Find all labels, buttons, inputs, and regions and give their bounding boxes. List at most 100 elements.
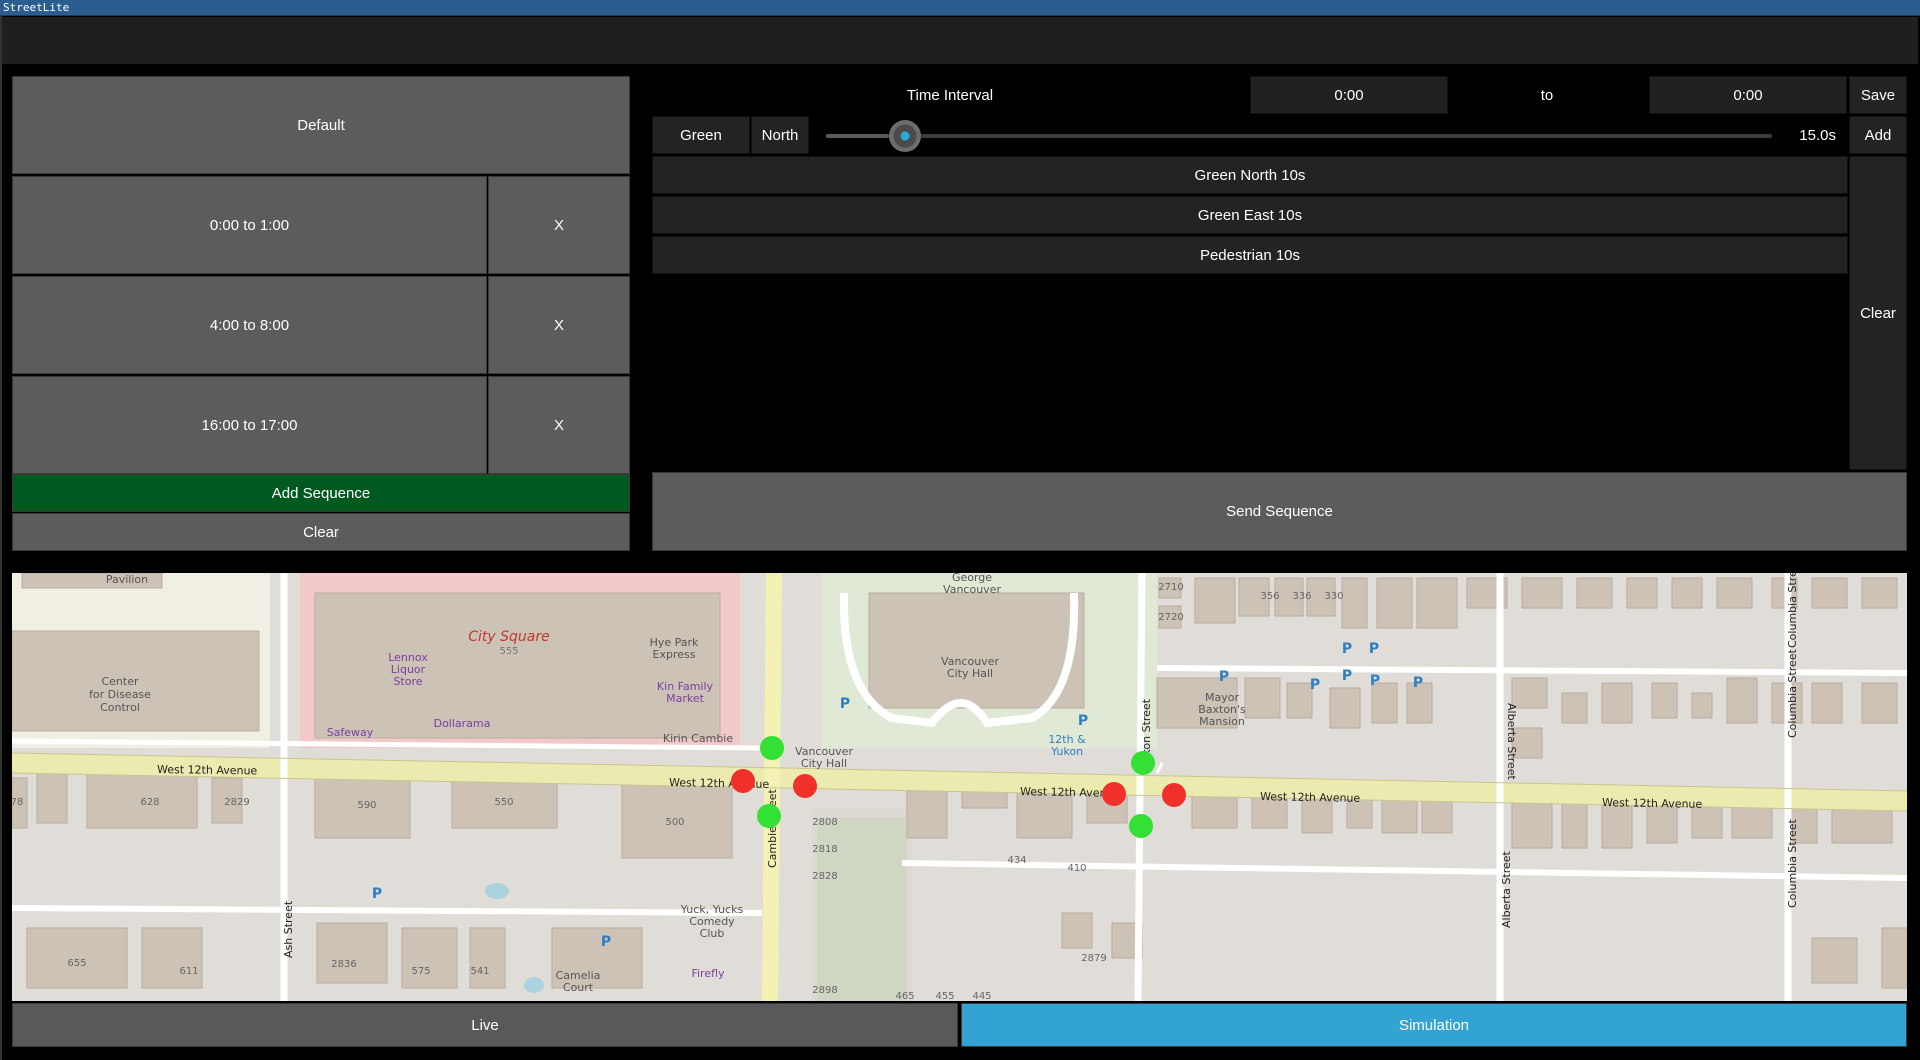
parking-icon: P <box>840 696 850 712</box>
map-number: 330 <box>1324 591 1343 602</box>
map-label-dollarama: Dollarama <box>434 717 491 730</box>
duration-value: 15.0s <box>1799 126 1836 144</box>
map-number: 590 <box>357 800 376 811</box>
map-number: 2898 <box>812 985 837 996</box>
window-titlebar: StreetLite <box>0 0 1920 16</box>
map-number: 575 <box>411 966 430 977</box>
save-button[interactable]: Save <box>1849 76 1907 114</box>
clear-sequences-button[interactable]: Clear <box>12 513 630 551</box>
map-label-kin-family-2: Market <box>666 692 704 705</box>
map-number: 336 <box>1292 591 1311 602</box>
map-label-city-square: City Square <box>468 629 549 645</box>
map-number: 465 <box>895 991 914 1001</box>
map-number: 2710 <box>1158 582 1183 593</box>
map-label-cdc-1: Center <box>101 675 139 688</box>
signal-cambie-east-red[interactable] <box>793 774 817 798</box>
send-sequence-button[interactable]: Send Sequence <box>652 472 1907 551</box>
signal-cambie-west-red[interactable] <box>731 769 755 793</box>
map-label-kirin: Kirin Cambie <box>663 732 733 745</box>
map-number: 2720 <box>1158 612 1183 623</box>
parking-icon: P <box>1342 668 1352 684</box>
map-number: 541 <box>470 966 489 977</box>
remove-sequence-2-button[interactable]: X <box>488 376 630 474</box>
default-sequence-button[interactable]: Default <box>12 76 630 174</box>
signal-yukon-west-red[interactable] <box>1102 782 1126 806</box>
parking-icon: P <box>1310 677 1320 693</box>
duration-slider[interactable] <box>826 120 1772 152</box>
signal-yukon-north-green[interactable] <box>1131 751 1155 775</box>
map-label-12th-yukon-2: Yukon <box>1050 745 1083 758</box>
sequence-item-0[interactable]: 0:00 to 1:00 <box>12 176 487 274</box>
phase-color-selector[interactable]: Green <box>652 116 750 154</box>
map-number: 550 <box>494 797 513 808</box>
map-street-columbia-b: Columbia Street <box>1786 648 1799 738</box>
map-label-cdc-3: Control <box>100 701 140 714</box>
remove-sequence-1-button[interactable]: X <box>488 276 630 374</box>
end-time-field[interactable]: 0:00 <box>1649 76 1847 114</box>
parking-icon: P <box>601 934 611 950</box>
map-street-columbia-c: Columbia Street <box>1786 818 1799 908</box>
map-number: 2836 <box>331 959 356 970</box>
sequence-item-2[interactable]: 16:00 to 17:00 <box>12 376 487 474</box>
intersection-map[interactable]: Pavilion Center for Disease Control City… <box>12 573 1907 1001</box>
remove-sequence-0-button[interactable]: X <box>488 176 630 274</box>
simulation-mode-button[interactable]: Simulation <box>961 1003 1907 1047</box>
to-label: to <box>1540 86 1554 104</box>
map-number: 611 <box>179 966 198 977</box>
map-street-alberta-a: Alberta Street <box>1505 703 1518 781</box>
step-item[interactable]: Pedestrian 10s <box>652 236 1848 274</box>
map-number: 500 <box>665 817 684 828</box>
map-number: 445 <box>972 991 991 1001</box>
map-number: 78 <box>12 797 23 808</box>
start-time-field[interactable]: 0:00 <box>1250 76 1448 114</box>
step-item[interactable]: Green East 10s <box>652 196 1848 234</box>
map-label-mayor-3: Mansion <box>1199 715 1245 728</box>
map-label-city-hall-2: City Hall <box>947 667 993 680</box>
parking-icon: P <box>372 886 382 902</box>
signal-cambie-south-green[interactable] <box>757 804 781 828</box>
map-number: 2828 <box>812 871 837 882</box>
map-number: 356 <box>1260 591 1279 602</box>
map-street-cambie: Cambie Street <box>766 788 779 868</box>
map-number: 2879 <box>1081 953 1106 964</box>
map-label-lennox-3: Store <box>393 675 422 688</box>
map-canvas: Pavilion Center for Disease Control City… <box>12 573 1907 1001</box>
time-interval-label: Time Interval <box>906 86 994 104</box>
map-label-cdc-2: for Disease <box>89 688 151 701</box>
parking-icon: P <box>1369 641 1379 657</box>
map-label-hye-park-2: Express <box>653 648 696 661</box>
parking-icon: P <box>1370 673 1380 689</box>
step-item[interactable]: Green North 10s <box>652 156 1848 194</box>
toolbar <box>2 17 1918 64</box>
map-number: 410 <box>1067 863 1086 874</box>
map-street-columbia-a: Columbia Street <box>1786 573 1799 648</box>
map-street-w12-a: West 12th Avenue <box>157 763 258 777</box>
map-number: 434 <box>1007 855 1026 866</box>
map-label-safeway: Safeway <box>327 726 374 739</box>
map-number: 2829 <box>224 797 249 808</box>
sequence-steps-list: Green North 10s Green East 10s Pedestria… <box>652 156 1848 470</box>
phase-direction-selector[interactable]: North <box>751 116 809 154</box>
window-title: StreetLite <box>3 1 70 14</box>
parking-icon: P <box>1413 675 1423 691</box>
signal-yukon-east-red[interactable] <box>1162 783 1186 807</box>
clear-steps-button[interactable]: Clear <box>1849 156 1907 470</box>
map-number: 655 <box>67 958 86 969</box>
map-label-camelia-2: Court <box>563 981 594 994</box>
add-step-button[interactable]: Add <box>1849 116 1907 154</box>
add-sequence-button[interactable]: Add Sequence <box>12 474 630 512</box>
map-number: 2808 <box>812 817 837 828</box>
map-number: 455 <box>935 991 954 1001</box>
parking-icon: P <box>1078 713 1088 729</box>
parking-icon: P <box>1219 669 1229 685</box>
signal-cambie-north-green[interactable] <box>760 736 784 760</box>
sequence-item-1[interactable]: 4:00 to 8:00 <box>12 276 487 374</box>
map-label-city-hall-b-2: City Hall <box>801 757 847 770</box>
map-number: 555 <box>499 646 518 657</box>
parking-icon: P <box>1342 641 1352 657</box>
map-street-alberta-b: Alberta Street <box>1500 850 1513 928</box>
live-mode-button[interactable]: Live <box>12 1003 958 1047</box>
map-label-pavilion: Pavilion <box>106 573 148 586</box>
map-label-yuck-3: Club <box>700 927 725 940</box>
signal-yukon-south-green[interactable] <box>1129 814 1153 838</box>
